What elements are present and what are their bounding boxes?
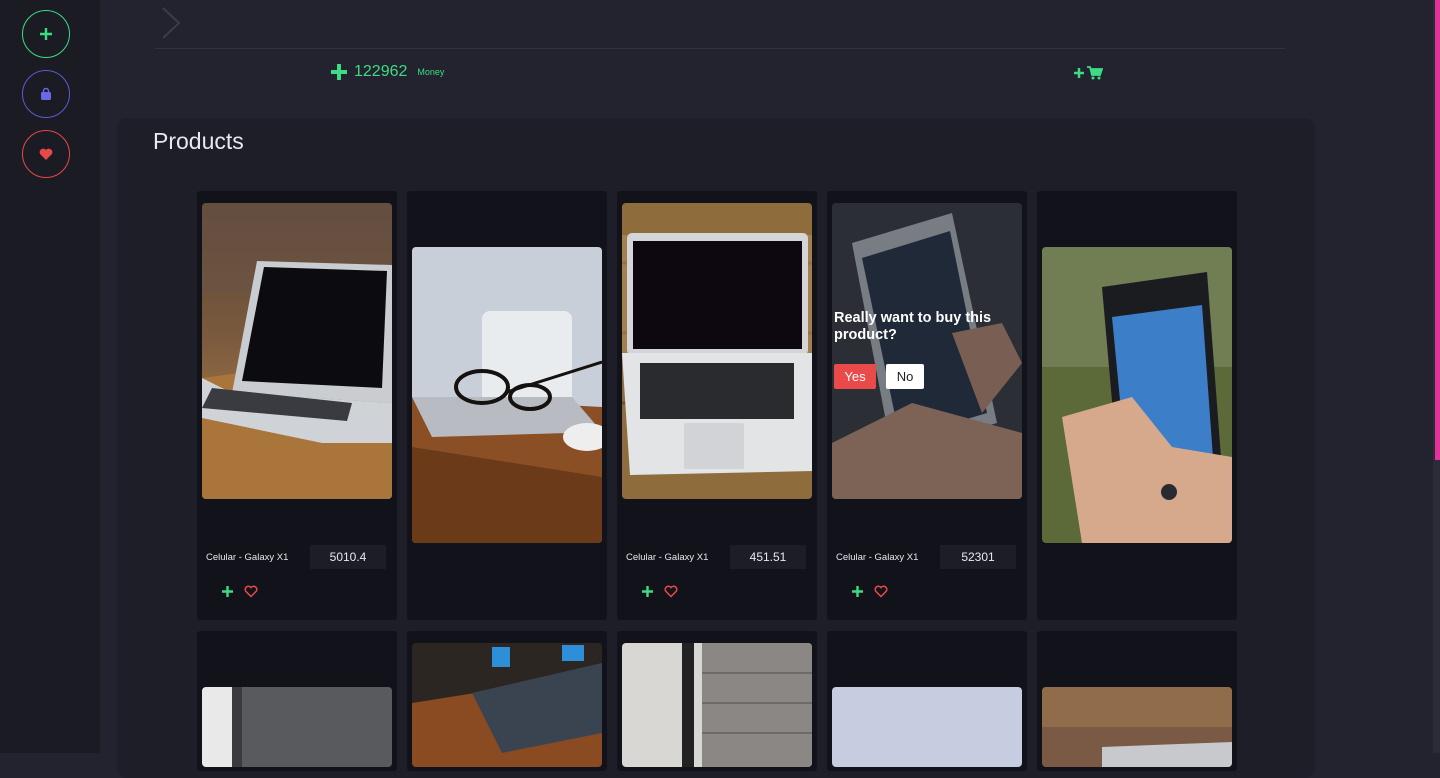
confirm-no-button[interactable]: No — [886, 364, 924, 389]
product-image[interactable] — [1042, 687, 1232, 767]
add-to-cart-icon[interactable] — [851, 585, 864, 598]
product-card: Really want to buy this product? Yes No … — [827, 191, 1027, 620]
favorite-heart-icon[interactable] — [244, 585, 258, 598]
product-price: 451.51 — [730, 545, 806, 569]
add-to-cart-button[interactable] — [1073, 66, 1103, 80]
add-product-button[interactable] — [22, 10, 70, 58]
product-image[interactable] — [622, 203, 812, 499]
favorite-heart-icon[interactable] — [874, 585, 888, 598]
product-image[interactable] — [202, 203, 392, 499]
product-card — [197, 631, 397, 771]
product-card — [617, 631, 817, 771]
product-card: Celular - Galaxy X1 5010.4 — [197, 191, 397, 620]
product-image[interactable] — [412, 643, 602, 767]
bag-icon — [41, 87, 51, 100]
product-image[interactable] — [1042, 247, 1232, 543]
product-card — [1037, 191, 1237, 620]
product-price: 5010.4 — [310, 545, 386, 569]
confirm-yes-button[interactable]: Yes — [834, 364, 876, 389]
heart-icon — [39, 148, 53, 160]
product-card — [407, 631, 607, 771]
money-label: Money — [417, 67, 445, 77]
cart-icon — [1087, 66, 1103, 80]
product-image[interactable] — [412, 247, 602, 543]
product-image[interactable] — [832, 687, 1022, 767]
product-price: 52301 — [940, 545, 1016, 569]
product-name: Celular - Galaxy X1 — [206, 552, 289, 563]
plus-icon — [40, 28, 52, 40]
product-image[interactable] — [202, 687, 392, 767]
confirm-question: Really want to buy this product? — [834, 310, 992, 343]
plus-icon — [1074, 68, 1084, 78]
product-image[interactable] — [832, 203, 1022, 499]
product-card — [407, 191, 607, 620]
favorite-heart-icon[interactable] — [664, 585, 678, 598]
sidebar — [0, 0, 100, 753]
add-to-cart-icon[interactable] — [221, 585, 234, 598]
scrollbar-thumb[interactable] — [1435, 0, 1440, 460]
favorites-button[interactable] — [22, 130, 70, 178]
product-name: Celular - Galaxy X1 — [626, 552, 709, 563]
collapse-chevron-icon[interactable] — [160, 6, 182, 45]
add-to-cart-icon[interactable] — [641, 585, 654, 598]
money-value: 122962 — [354, 63, 408, 80]
bag-button[interactable] — [22, 70, 70, 118]
product-card: Celular - Galaxy X1 451.51 — [617, 191, 817, 620]
money-display: 122962 Money — [330, 63, 444, 81]
plus-icon — [331, 64, 347, 80]
divider — [155, 48, 1285, 49]
page-title: Products — [153, 128, 244, 154]
product-card — [1037, 631, 1237, 771]
product-name: Celular - Galaxy X1 — [836, 552, 919, 563]
product-image[interactable] — [622, 643, 812, 767]
product-card — [827, 631, 1027, 771]
